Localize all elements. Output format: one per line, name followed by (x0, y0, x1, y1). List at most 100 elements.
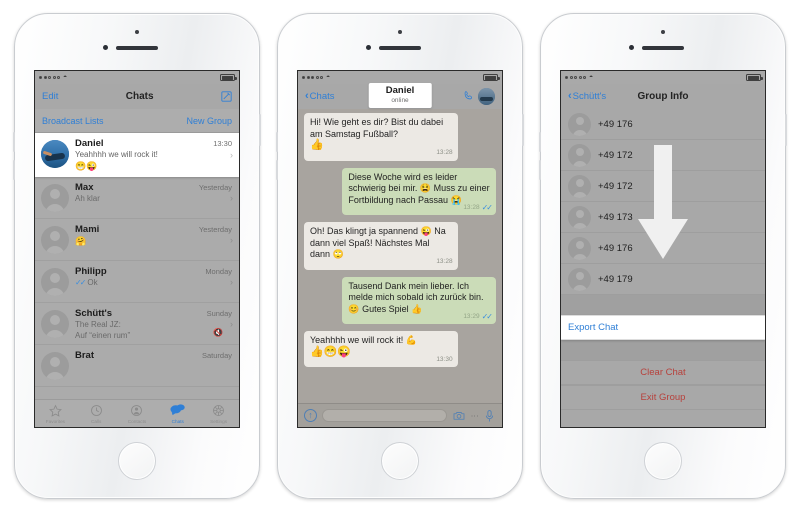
tab-settings[interactable]: Settings (198, 403, 239, 424)
avatar (41, 140, 69, 168)
volume-down-button[interactable] (539, 160, 541, 180)
navigation-bar: ‹ Chats Daniel online (298, 83, 502, 109)
compose-icon[interactable] (221, 91, 232, 102)
message-input[interactable] (322, 409, 447, 422)
navigation-bar: ‹ Schütt's Group Info (561, 84, 765, 109)
chat-preview-second-line: Auf “einen rum” (75, 331, 131, 340)
volume-up-button[interactable] (13, 132, 15, 152)
proximity-sensor-icon (629, 45, 634, 50)
gear-icon (211, 403, 226, 418)
group-member-row[interactable]: +49 176 (561, 233, 765, 264)
message-time: 13:30 (436, 355, 453, 363)
earpiece-speaker (379, 46, 421, 50)
chat-preview-text: Ok (87, 278, 98, 287)
mute-icon: 🔇 (213, 328, 223, 337)
back-to-chats-button[interactable]: ‹ Chats (305, 91, 335, 103)
power-button[interactable] (522, 114, 524, 146)
message-meta: 13:28 (436, 147, 452, 159)
tab-label: Contacts (127, 419, 147, 424)
proximity-sensor-icon (103, 45, 108, 50)
chat-timestamp: Saturday (201, 351, 232, 360)
message-list[interactable]: Hi! Wie geht es dir? Bist du dabei am Sa… (298, 109, 502, 403)
message-bubble[interactable]: Diese Woche wird es leider schwierig bei… (342, 167, 496, 215)
group-member-row[interactable]: +49 172 (561, 140, 765, 171)
member-phone-number: +49 179 (598, 273, 633, 285)
tab-label: Calls (90, 419, 102, 424)
chat-list-item-schuetts[interactable]: Schütt's Sunday The Real JZ: Auf “einen … (35, 303, 239, 345)
new-group-button[interactable]: New Group (186, 116, 232, 126)
member-phone-number: +49 176 (598, 242, 633, 254)
signal-strength-icon (302, 76, 323, 79)
power-button[interactable] (259, 114, 261, 146)
exit-group-button[interactable]: Exit Group (561, 385, 765, 410)
group-member-row[interactable]: +49 172 (561, 171, 765, 202)
message-text: Diese Woche wird es leider schwierig bei… (348, 171, 490, 205)
group-member-row[interactable]: +49 179 (561, 264, 765, 295)
volume-down-button[interactable] (13, 160, 15, 180)
tab-label: Favorites (45, 419, 66, 424)
message-time: 13:28 (436, 258, 453, 265)
microphone-icon[interactable] (483, 409, 496, 422)
more-options-icon[interactable]: ⋮ (470, 412, 479, 420)
phone-conversation: ◓ ‹ Chats Daniel online Hi! Wie geht es … (276, 13, 524, 499)
tab-contacts[interactable]: Contacts (117, 403, 158, 424)
status-bar: ◓ (35, 71, 239, 84)
edit-button[interactable]: Edit (42, 91, 58, 102)
group-member-row[interactable]: +49 176 (561, 109, 765, 140)
phone-top-chrome (15, 14, 259, 70)
home-button[interactable] (644, 442, 682, 480)
chat-timestamp: Yesterday (198, 183, 232, 192)
tab-chats[interactable]: Chats (157, 403, 198, 424)
tab-bar[interactable]: Favorites Calls Contacts Chats Settings (35, 399, 239, 427)
broadcast-lists-button[interactable]: Broadcast Lists (42, 116, 104, 126)
volume-down-button[interactable] (276, 160, 278, 180)
phone-icon[interactable] (463, 90, 474, 104)
phone-top-chrome (541, 14, 785, 70)
group-member-row[interactable]: +49 173 (561, 202, 765, 233)
volume-up-button[interactable] (539, 132, 541, 152)
chevron-right-icon: › (230, 276, 233, 287)
clear-chat-button[interactable]: Clear Chat (561, 360, 765, 385)
home-button[interactable] (381, 442, 419, 480)
chat-list-item-max[interactable]: Max Yesterday Ah klar › (35, 177, 239, 219)
export-chat-button[interactable]: Export Chat (561, 315, 765, 340)
message-bubble[interactable]: Oh! Das klingt ja spannend 😜 Na dann vie… (304, 222, 458, 270)
tab-calls[interactable]: Calls (76, 403, 117, 424)
chat-preview-emoji: 🤗 (75, 236, 87, 246)
screenshot-stage: ◓ Edit Chats Broadcast Lists New Group D… (0, 0, 800, 512)
camera-icon[interactable] (452, 409, 465, 422)
chat-list-item-mami[interactable]: Mami Yesterday 🤗 › (35, 219, 239, 261)
message-time: 13:29 (463, 312, 480, 320)
chat-list-item-daniel[interactable]: Daniel 13:30 Yeahhhh we will rock it! 😁😜… (35, 133, 239, 177)
avatar (41, 268, 69, 296)
message-composer: ↑ ⋮ (298, 403, 502, 427)
contact-title-highlight[interactable]: Daniel online (368, 83, 432, 108)
chevron-right-icon: › (230, 234, 233, 245)
contact-avatar[interactable] (478, 88, 495, 105)
home-button[interactable] (118, 442, 156, 480)
chat-preview: ✓✓ Ok (75, 278, 232, 288)
attach-icon[interactable]: ↑ (304, 409, 317, 422)
phone-bottom-chrome (15, 428, 259, 498)
chat-list[interactable]: Daniel 13:30 Yeahhhh we will rock it! 😁😜… (35, 133, 239, 399)
chat-preview: Ah klar (75, 194, 100, 203)
chat-preview: Yeahhhh we will rock it! (75, 150, 158, 159)
back-to-group-button[interactable]: ‹ Schütt's (568, 91, 607, 103)
message-bubble[interactable]: Yeahhhh we will rock it! 💪 👍😁😜 13:30 (304, 331, 458, 367)
chat-list-item-philipp[interactable]: Philipp Monday ✓✓ Ok › (35, 261, 239, 303)
export-chat-label: Export Chat (568, 322, 619, 333)
message-time: 13:28 (436, 149, 453, 156)
volume-up-button[interactable] (276, 132, 278, 152)
message-meta: 13:30 (436, 354, 452, 366)
chat-timestamp: Yesterday (198, 225, 232, 234)
message-bubble[interactable]: Tausend Dank mein lieber. Ich melde mich… (342, 276, 496, 324)
message-bubble[interactable]: Hi! Wie geht es dir? Bist du dabei am Sa… (304, 113, 458, 161)
tab-favorites[interactable]: Favorites (35, 403, 76, 424)
phone-chats-list: ◓ Edit Chats Broadcast Lists New Group D… (13, 13, 261, 499)
power-button[interactable] (785, 114, 787, 146)
back-label: Schütt's (572, 91, 607, 102)
contact-icon (129, 403, 144, 418)
chat-list-item-brat[interactable]: Brat Saturday (35, 345, 239, 387)
group-member-list[interactable]: +49 176 +49 172 +49 172 +49 173 +49 176 (561, 109, 765, 427)
phone-bottom-chrome (541, 428, 785, 498)
